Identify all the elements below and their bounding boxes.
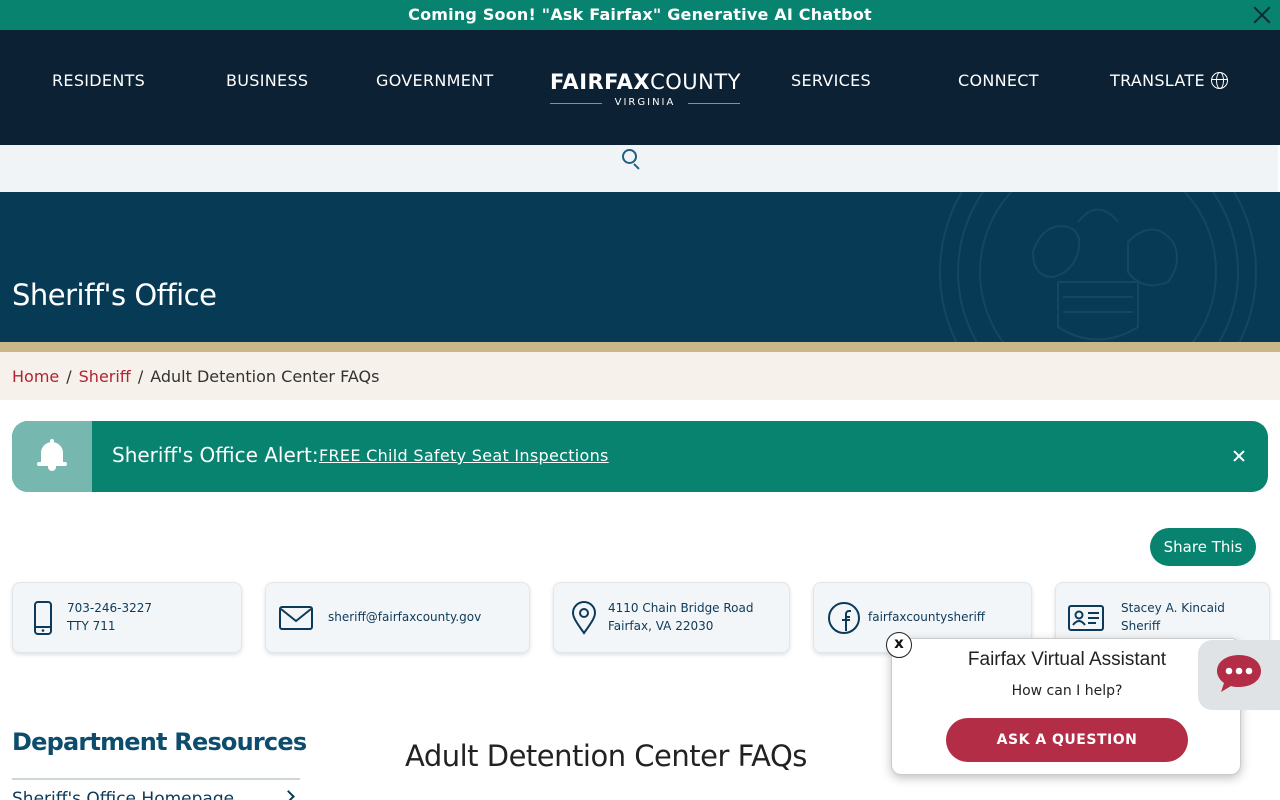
nav-translate[interactable]: TRANSLATE: [1110, 71, 1228, 90]
assistant-close-button[interactable]: x: [886, 632, 912, 658]
alert-banner: Sheriff's Office Alert: FREE Child Safet…: [12, 421, 1268, 492]
close-icon[interactable]: [1252, 5, 1272, 25]
nav-residents[interactable]: RESIDENTS: [52, 71, 145, 90]
logo-county: COUNTY: [650, 70, 741, 94]
divider: [12, 778, 300, 780]
globe-icon: [1210, 72, 1228, 89]
breadcrumb-separator: /: [66, 367, 72, 386]
sidebar-heading: Department Resources: [12, 728, 307, 756]
envelope-icon: [279, 606, 313, 630]
assistant-subtitle: How can I help?: [1011, 683, 1123, 699]
chat-launcher-button[interactable]: [1198, 640, 1280, 710]
contact-email[interactable]: sheriff@fairfaxcounty.gov: [328, 608, 481, 626]
fairfax-county-logo[interactable]: FAIRFAXCOUNTY VIRGINIA: [550, 70, 741, 110]
contact-tty: TTY 711: [67, 619, 116, 633]
virtual-assistant-popup: Fairfax Virtual Assistant How can I help…: [891, 638, 1241, 775]
breadcrumb-current: Adult Detention Center FAQs: [150, 367, 380, 386]
county-seal-watermark: [939, 192, 1257, 342]
alert-link[interactable]: FREE Child Safety Seat Inspections: [319, 446, 609, 465]
alert-icon-box: [12, 421, 92, 492]
ask-question-button[interactable]: ASK A QUESTION: [946, 718, 1188, 762]
contact-facebook[interactable]: fairfaxcountysheriff: [868, 608, 985, 626]
page-hero-title: Sheriff's Office: [12, 278, 217, 312]
contact-card-email[interactable]: sheriff@fairfaxcounty.gov: [265, 582, 530, 653]
map-pin-icon: [571, 601, 597, 635]
hero-banner: Sheriff's Office: [0, 192, 1280, 342]
contact-card-address[interactable]: 4110 Chain Bridge Road Fairfax, VA 22030: [553, 582, 790, 653]
announcement-text: Coming Soon! "Ask Fairfax" Generative AI…: [408, 5, 872, 24]
main-nav: RESIDENTS BUSINESS GOVERNMENT FAIRFAXCOU…: [0, 30, 1280, 145]
search-icon[interactable]: [621, 148, 641, 170]
nav-services[interactable]: SERVICES: [791, 71, 871, 90]
id-card-icon: [1068, 605, 1104, 631]
nav-connect[interactable]: CONNECT: [958, 71, 1039, 90]
accent-bar: [0, 342, 1280, 352]
page-title: Adult Detention Center FAQs: [405, 739, 807, 773]
breadcrumb-sheriff[interactable]: Sheriff: [79, 367, 131, 386]
contact-person-name: Stacey A. Kincaid: [1121, 601, 1225, 615]
search-bar: [0, 145, 1278, 192]
contact-card-phone[interactable]: 703-246-3227 TTY 711: [12, 582, 242, 653]
contact-person-title: Sheriff: [1121, 619, 1161, 633]
contact-address-street[interactable]: 4110 Chain Bridge Road: [608, 599, 754, 617]
phone-icon: [34, 601, 52, 635]
bell-icon: [36, 439, 68, 473]
breadcrumb-separator: /: [137, 367, 144, 386]
contact-phone[interactable]: 703-246-3227: [67, 599, 152, 617]
breadcrumb-home[interactable]: Home: [12, 367, 59, 386]
facebook-icon: [828, 602, 860, 634]
chat-bubble-icon: [1217, 655, 1261, 692]
nav-business[interactable]: BUSINESS: [226, 71, 308, 90]
alert-label: Sheriff's Office Alert:: [112, 443, 319, 467]
contact-address-city[interactable]: Fairfax, VA 22030: [608, 617, 754, 635]
logo-virginia: VIRGINIA: [614, 97, 676, 108]
chevron-right-icon: [282, 790, 295, 800]
share-button[interactable]: Share This: [1150, 528, 1256, 566]
close-icon[interactable]: [1230, 447, 1248, 465]
announcement-banner: Coming Soon! "Ask Fairfax" Generative AI…: [0, 0, 1280, 30]
sidebar-link-homepage[interactable]: Sheriff's Office Homepage: [12, 789, 234, 800]
breadcrumb: Home / Sheriff / Adult Detention Center FAQs: [0, 352, 1280, 400]
logo-fairfax: FAIRFAX: [550, 70, 651, 94]
nav-government[interactable]: GOVERNMENT: [376, 71, 494, 90]
nav-translate-label: TRANSLATE: [1110, 71, 1205, 90]
assistant-title: Fairfax Virtual Assistant: [967, 649, 1167, 670]
